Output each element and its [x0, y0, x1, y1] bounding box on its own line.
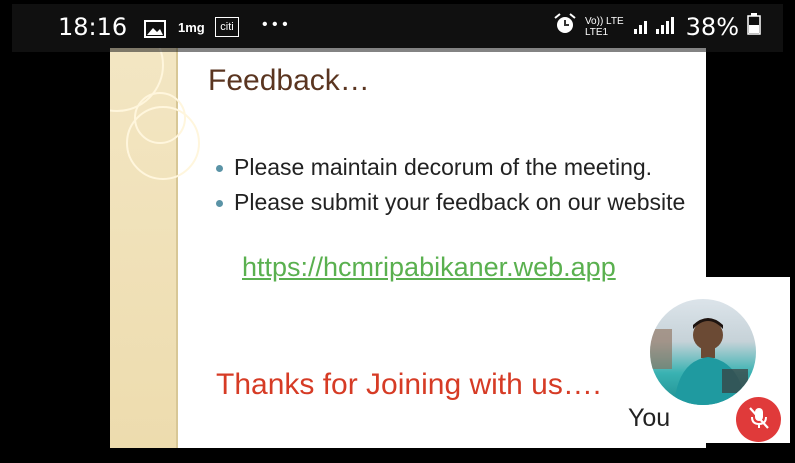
status-right: Vo)) LTE LTE1 38%	[553, 13, 761, 41]
volte-icon: Vo)) LTE LTE1	[585, 16, 624, 38]
mic-button[interactable]	[736, 397, 781, 442]
more-label: • • •	[262, 16, 288, 33]
decorative-circle	[126, 106, 200, 180]
citi-label: citi	[220, 21, 234, 33]
self-video-tile[interactable]: You	[617, 277, 790, 443]
status-bar: 18:16 1mg citi • • • Vo)) LTE LTE1 38%	[12, 4, 783, 52]
signal-icon	[632, 13, 678, 41]
battery-icon	[747, 13, 761, 41]
battery-percent: 38%	[685, 13, 739, 41]
1mg-label: 1mg	[178, 20, 205, 35]
avatar	[650, 299, 756, 405]
slide-side-panel	[110, 48, 200, 448]
slide-title: Feedback…	[208, 64, 370, 97]
feedback-link[interactable]: https://hcmripabikaner.web.app	[242, 252, 616, 283]
thanks-text: Thanks for Joining with us….	[216, 368, 602, 401]
status-time: 18:16	[58, 13, 128, 41]
bullet-item: Please maintain decorum of the meeting.	[216, 152, 686, 183]
citi-icon: citi	[215, 17, 239, 37]
alarm-icon	[553, 13, 577, 41]
network-text: Vo)) LTE	[584, 16, 624, 27]
image-icon	[144, 20, 166, 41]
mic-off-icon	[748, 406, 770, 434]
bullet-item: Please submit your feedback on our websi…	[216, 187, 686, 218]
network-sub: LTE1	[584, 27, 609, 38]
bullet-list: Please maintain decorum of the meeting. …	[216, 152, 686, 222]
1mg-icon: 1mg	[178, 20, 205, 35]
self-label: You	[628, 404, 671, 432]
more-icon: • • •	[262, 16, 288, 34]
